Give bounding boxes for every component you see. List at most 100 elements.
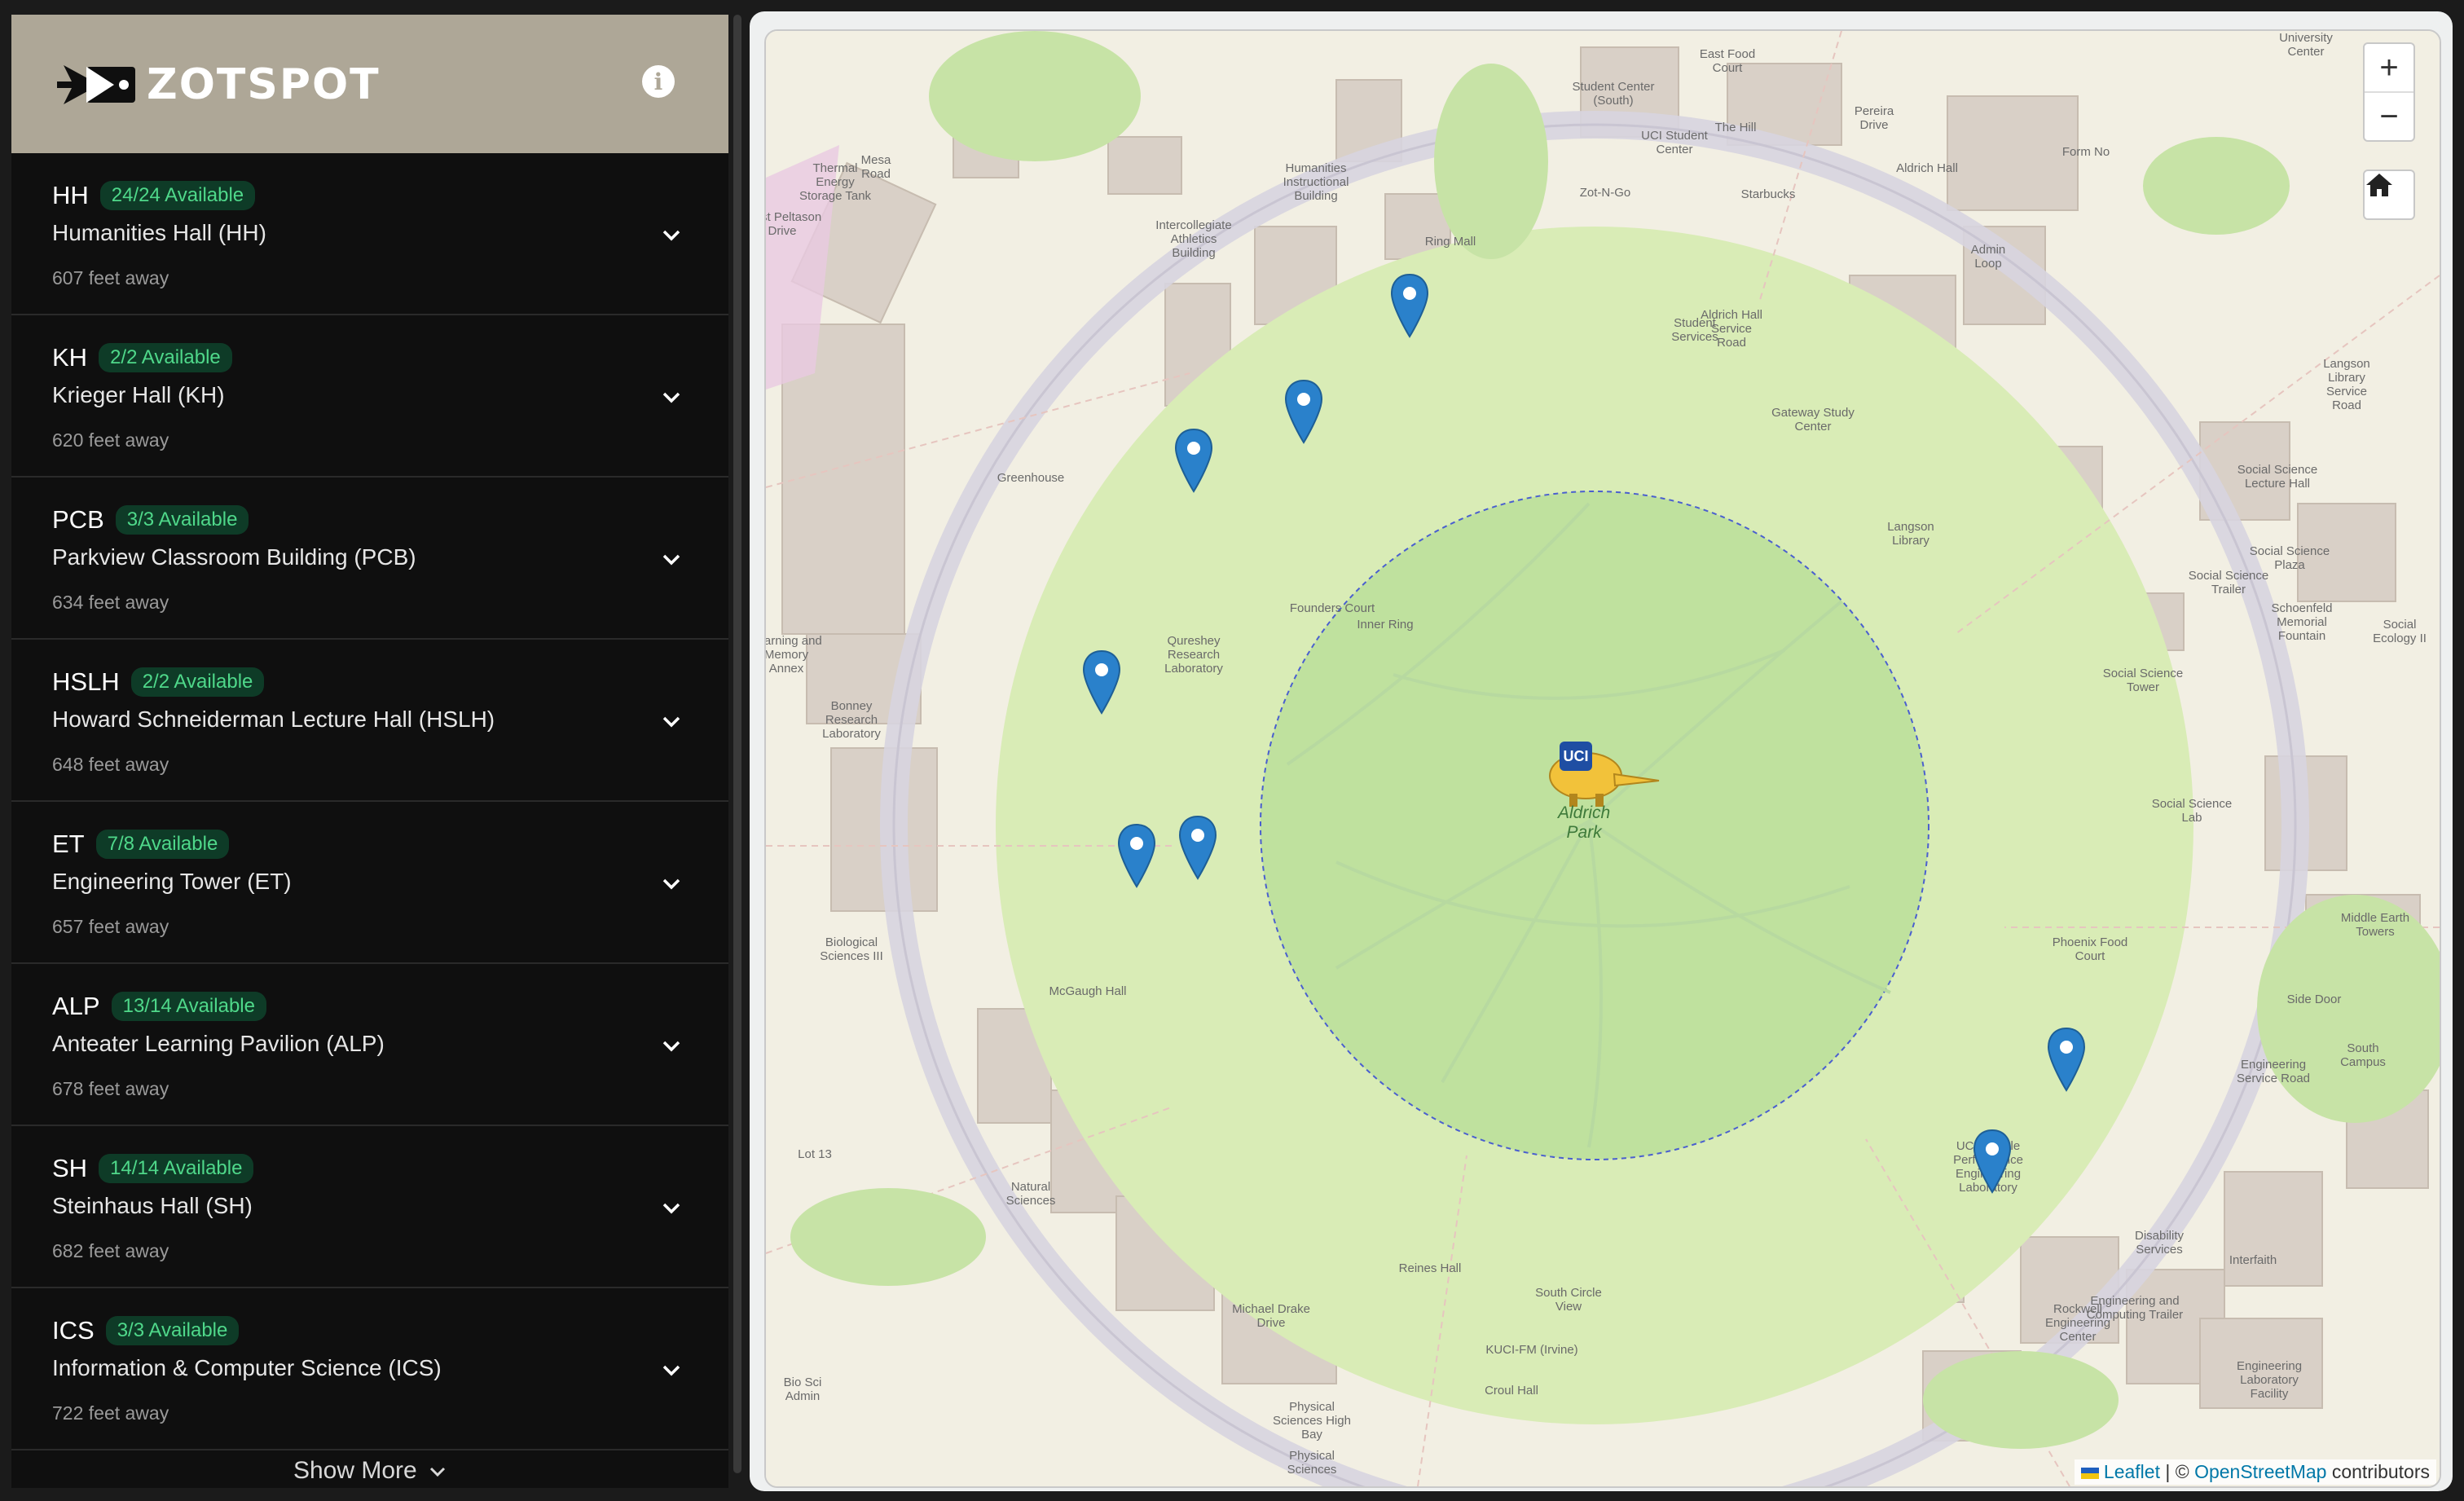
- map-label: Founders Court: [1289, 601, 1375, 615]
- building-header: SH 14/14 Available: [52, 1154, 254, 1183]
- building-header: PCB 3/3 Available: [52, 505, 249, 535]
- scrollbar-thumb[interactable]: [733, 15, 741, 1473]
- svg-text:UCI: UCI: [1564, 748, 1589, 764]
- building-code: SH: [52, 1154, 88, 1182]
- map-label: Langson Library Service Road: [2323, 357, 2370, 412]
- map-label: Natural Sciences: [1005, 1180, 1056, 1208]
- building-distance: 634 feet away: [52, 592, 169, 613]
- attribution-contributors: contributors: [2331, 1461, 2430, 1482]
- map-label: KUCI-FM (Irvine): [1485, 1343, 1578, 1357]
- building-item-alp[interactable]: ALP 13/14 Available Anteater Learning Pavi…: [11, 964, 728, 1126]
- availability-badge: 3/3 Available: [105, 1316, 240, 1345]
- app-window: ZOTSPOT i HH 24/24 Available Humanities Ha…: [0, 0, 2464, 1501]
- map-label: Starbucks: [1740, 187, 1796, 201]
- map-panel: UCI Aldrich Park Student Center (South) U…: [750, 11, 2453, 1491]
- map-label: Michael Drake Drive: [1232, 1302, 1310, 1330]
- map-label: Admin Loop: [1970, 243, 2006, 271]
- building-code: ET: [52, 830, 85, 858]
- availability-badge: 14/14 Available: [99, 1154, 254, 1183]
- leaflet-link[interactable]: Leaflet: [2104, 1461, 2160, 1482]
- map-label: Form No: [2061, 145, 2110, 159]
- map-label: Biological Sciences III: [820, 935, 883, 963]
- building-distance: 620 feet away: [52, 429, 169, 451]
- availability-badge: 7/8 Available: [95, 830, 230, 859]
- chevron-down-icon[interactable]: [660, 872, 683, 895]
- home-button[interactable]: [2365, 171, 2413, 218]
- map-label: Social Science Trailer: [2188, 569, 2269, 596]
- building-distance: 648 feet away: [52, 754, 169, 775]
- map-label: Rockwell Engineering Center: [2044, 1302, 2111, 1344]
- building-distance: 678 feet away: [52, 1078, 169, 1099]
- availability-badge: 3/3 Available: [115, 505, 249, 535]
- map-label: Mesa Road: [860, 153, 891, 181]
- building-item-kh[interactable]: KH 2/2 Available Krieger Hall (KH) 620 feet…: [11, 315, 728, 478]
- app-logo[interactable]: ZOTSPOT: [57, 60, 381, 109]
- map-label: East Food Court: [1699, 47, 1756, 75]
- zoom-in-button[interactable]: +: [2365, 44, 2413, 93]
- map-label: South Circle View: [1535, 1286, 1602, 1314]
- map-label: Pereira Drive: [1854, 104, 1894, 132]
- map-canvas[interactable]: UCI Aldrich Park Student Center (South) U…: [764, 29, 2441, 1488]
- chevron-down-icon[interactable]: [660, 1358, 683, 1381]
- sidebar-header: ZOTSPOT i: [11, 15, 728, 153]
- building-distance: 607 feet away: [52, 267, 169, 288]
- building-name: Krieger Hall (KH): [52, 382, 225, 407]
- map-label: Aldrich Hall: [1896, 161, 1958, 175]
- map-label: Langson Library: [1887, 520, 1934, 548]
- building-name: Anteater Learning Pavilion (ALP): [52, 1031, 385, 1056]
- availability-badge: 2/2 Available: [99, 343, 232, 372]
- building-distance: 657 feet away: [52, 916, 169, 937]
- chevron-down-icon[interactable]: [660, 548, 683, 570]
- map-label: Engineering Laboratory Facility: [2236, 1359, 2303, 1401]
- building-distance: 722 feet away: [52, 1402, 169, 1424]
- building-item-hslh[interactable]: HSLH 2/2 Available Howard Schneiderman Lec…: [11, 640, 728, 802]
- chevron-down-icon[interactable]: [660, 223, 683, 246]
- building-header: HH 24/24 Available: [52, 181, 256, 210]
- building-item-hh[interactable]: HH 24/24 Available Humanities Hall (HH) 607…: [11, 153, 728, 315]
- chevron-down-icon[interactable]: [660, 1034, 683, 1057]
- building-name: Information & Computer Science (ICS): [52, 1355, 442, 1380]
- building-item-ics[interactable]: ICS 3/3 Available Information & Computer S…: [11, 1288, 728, 1450]
- map-label: Greenhouse: [997, 471, 1065, 485]
- info-icon[interactable]: i: [642, 65, 675, 98]
- map-label: Humanities Instructional Building: [1283, 161, 1349, 203]
- building-list: HH 24/24 Available Humanities Hall (HH) 607…: [11, 153, 728, 1450]
- map-label: Lot 13: [798, 1147, 832, 1161]
- sidebar-scrollbar[interactable]: [732, 15, 743, 1488]
- building-item-et[interactable]: ET 7/8 Available Engineering Tower (ET) 657…: [11, 802, 728, 964]
- chevron-down-icon[interactable]: [660, 1196, 683, 1219]
- map-label: Social Ecology II: [2373, 618, 2427, 645]
- osm-link[interactable]: OpenStreetMap: [2194, 1461, 2326, 1482]
- park-label-line2: Park: [1566, 823, 1602, 842]
- map-label: Ring Mall: [1424, 235, 1476, 249]
- chevron-down-icon[interactable]: [660, 385, 683, 408]
- zoom-out-button[interactable]: −: [2365, 93, 2413, 140]
- building-header: ICS 3/3 Available: [52, 1316, 240, 1345]
- app-title: ZOTSPOT: [147, 60, 381, 109]
- map-label: Bonney Research Laboratory: [822, 699, 881, 741]
- map-label: West Peltason Drive: [766, 210, 822, 238]
- building-name: Humanities Hall (HH): [52, 220, 266, 245]
- map-label: Inner Ring: [1357, 618, 1414, 632]
- ukraine-flag-icon: [2080, 1467, 2099, 1479]
- building-header: ET 7/8 Available: [52, 830, 230, 859]
- map-label: Physical Sciences High Bay: [1273, 1400, 1351, 1442]
- show-more-button[interactable]: Show More: [11, 1457, 728, 1485]
- anteater-mascot-icon: UCI: [1537, 735, 1667, 808]
- map-label: Croul Hall: [1485, 1384, 1538, 1398]
- building-code: ICS: [52, 1316, 95, 1345]
- map-label: Learning and Memory Annex: [764, 634, 822, 676]
- map-label: Intercollegiate Athletics Building: [1155, 218, 1232, 260]
- chevron-down-icon: [429, 1468, 446, 1477]
- map-label: McGaugh Hall: [1049, 984, 1127, 998]
- building-distance: 682 feet away: [52, 1240, 169, 1261]
- map-label: Disability Services: [2134, 1229, 2184, 1257]
- building-code: KH: [52, 343, 88, 372]
- map-label: Social Science Lecture Hall: [2237, 463, 2318, 491]
- map-label: Social Science Lab: [2151, 797, 2233, 825]
- chevron-down-icon[interactable]: [660, 710, 683, 733]
- park-label-line1: Aldrich: [1558, 803, 1611, 822]
- building-item-pcb[interactable]: PCB 3/3 Available Parkview Classroom Build…: [11, 478, 728, 640]
- map-label: Middle Earth Towers: [2340, 911, 2410, 939]
- building-item-sh[interactable]: SH 14/14 Available Steinhaus Hall (SH) 682 …: [11, 1126, 728, 1288]
